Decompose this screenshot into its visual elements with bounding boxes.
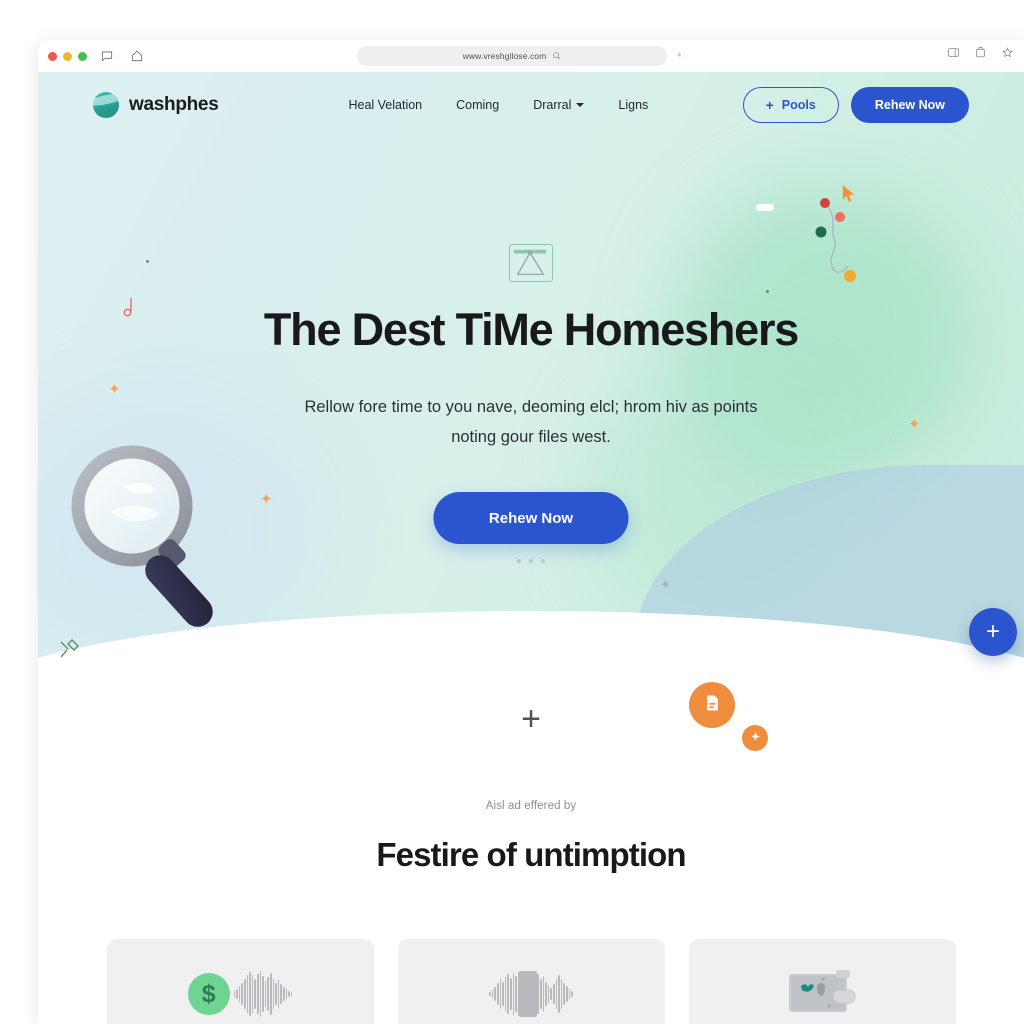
- pools-button-label: Pools: [781, 98, 816, 112]
- carousel-dot[interactable]: [517, 559, 521, 563]
- nav-link-label: Ligns: [618, 98, 649, 112]
- brand-name: washphes: [129, 94, 219, 115]
- sparkle-left-icon: ✦: [108, 381, 121, 398]
- partners-eyebrow: Aisl ad effered by: [485, 800, 577, 812]
- partner-card-1[interactable]: $ Cillusse man ayahere: [106, 939, 374, 1024]
- close-window-button[interactable]: [48, 51, 57, 61]
- sparkle-icon: [750, 729, 761, 747]
- renew-now-nav-button[interactable]: Rehew Now: [850, 87, 969, 123]
- globe-logo-icon: [93, 92, 119, 118]
- nav-actions: + Pools Rehew Now: [742, 87, 969, 123]
- expand-plus-icon[interactable]: +: [521, 702, 541, 736]
- partners-section: Aisl ad effered by Festire of untimption…: [38, 705, 1024, 1024]
- share-icon[interactable]: [974, 46, 987, 64]
- carousel-dots[interactable]: [517, 559, 545, 563]
- partner-card-3[interactable]: Cdicls arleed ad caplt: [688, 939, 956, 1024]
- playhead-bar: [519, 971, 538, 1017]
- window-traffic-lights[interactable]: [48, 51, 87, 61]
- browser-toolbar-right: [947, 46, 1014, 64]
- nav-link-drarral[interactable]: Drarral: [533, 98, 585, 112]
- add-icon: +: [985, 618, 1000, 645]
- search-icon[interactable]: [552, 47, 561, 65]
- browser-window: www.vreshgllose.com 4 washphes Heal Vela…: [38, 40, 1024, 1024]
- page-title: The Dest TiMe Homeshers: [263, 304, 799, 355]
- waveform: [233, 971, 293, 1017]
- nav-link-label: Drarral: [533, 98, 572, 112]
- browser-chrome: www.vreshgllose.com 4: [38, 40, 1024, 72]
- laptop-stickers-icon: [781, 965, 863, 1023]
- url-text: www.vreshgllose.com: [462, 51, 547, 61]
- address-bar[interactable]: www.vreshgllose.com 4: [357, 46, 681, 66]
- pools-button[interactable]: + Pools: [742, 87, 839, 123]
- waveform-bar-icon: [489, 965, 573, 1023]
- document-hand-icon: [702, 693, 722, 718]
- nav-link-heal-velation[interactable]: Heal Velation: [348, 98, 422, 112]
- hero-subtitle: Rellow fore time to you nave, deoming el…: [304, 398, 758, 446]
- bookmark-star-icon[interactable]: [1001, 46, 1014, 64]
- magnifying-glass-icon: [64, 444, 254, 634]
- sidebar-toggle-icon[interactable]: [947, 46, 960, 64]
- plus-icon: +: [765, 97, 774, 113]
- address-bar-badge: 4: [677, 53, 681, 59]
- nav-link-label: Coming: [456, 98, 500, 112]
- nav-link-label: Heal Velation: [348, 98, 423, 112]
- nav-links: Heal Velation Coming Drarral Ligns: [348, 98, 648, 112]
- carousel-dot[interactable]: [529, 559, 533, 563]
- hero-section: washphes Heal Velation Coming Drarral Li…: [38, 72, 1024, 705]
- maximize-window-button[interactable]: [78, 51, 87, 61]
- compass-triangle-icon: [509, 244, 553, 282]
- dollar-icon: $: [187, 973, 230, 1015]
- document-hand-floating-button[interactable]: [689, 682, 735, 728]
- partners-title: Festire of untimption: [376, 836, 686, 873]
- chat-bubble-icon[interactable]: [97, 46, 117, 66]
- web-page: washphes Heal Velation Coming Drarral Li…: [38, 72, 1024, 1024]
- dollar-waveform-icon: $: [187, 965, 293, 1023]
- nav-link-coming[interactable]: Coming: [456, 98, 499, 112]
- micro-dot-a: [146, 260, 149, 263]
- partner-card-2[interactable]: Sillinc fewr an stivres: [397, 939, 665, 1024]
- waveform-right: [537, 971, 573, 1017]
- chevron-down-icon: [576, 103, 585, 107]
- carousel-dot[interactable]: [541, 559, 545, 563]
- sparkle-floating-button[interactable]: [742, 725, 768, 751]
- minimize-window-button[interactable]: [63, 51, 72, 61]
- add-floating-action-button[interactable]: +: [969, 608, 1017, 656]
- waveform-left: [489, 971, 520, 1017]
- site-navbar: washphes Heal Velation Coming Drarral Li…: [38, 72, 1024, 138]
- brand-logo[interactable]: washphes: [93, 92, 219, 118]
- home-icon[interactable]: [127, 46, 147, 66]
- partner-card-list: $ Cillusse man ayahere: [38, 939, 1024, 1024]
- renew-now-cta-button[interactable]: Rehew Now: [433, 492, 629, 544]
- nav-link-ligns[interactable]: Ligns: [618, 98, 648, 112]
